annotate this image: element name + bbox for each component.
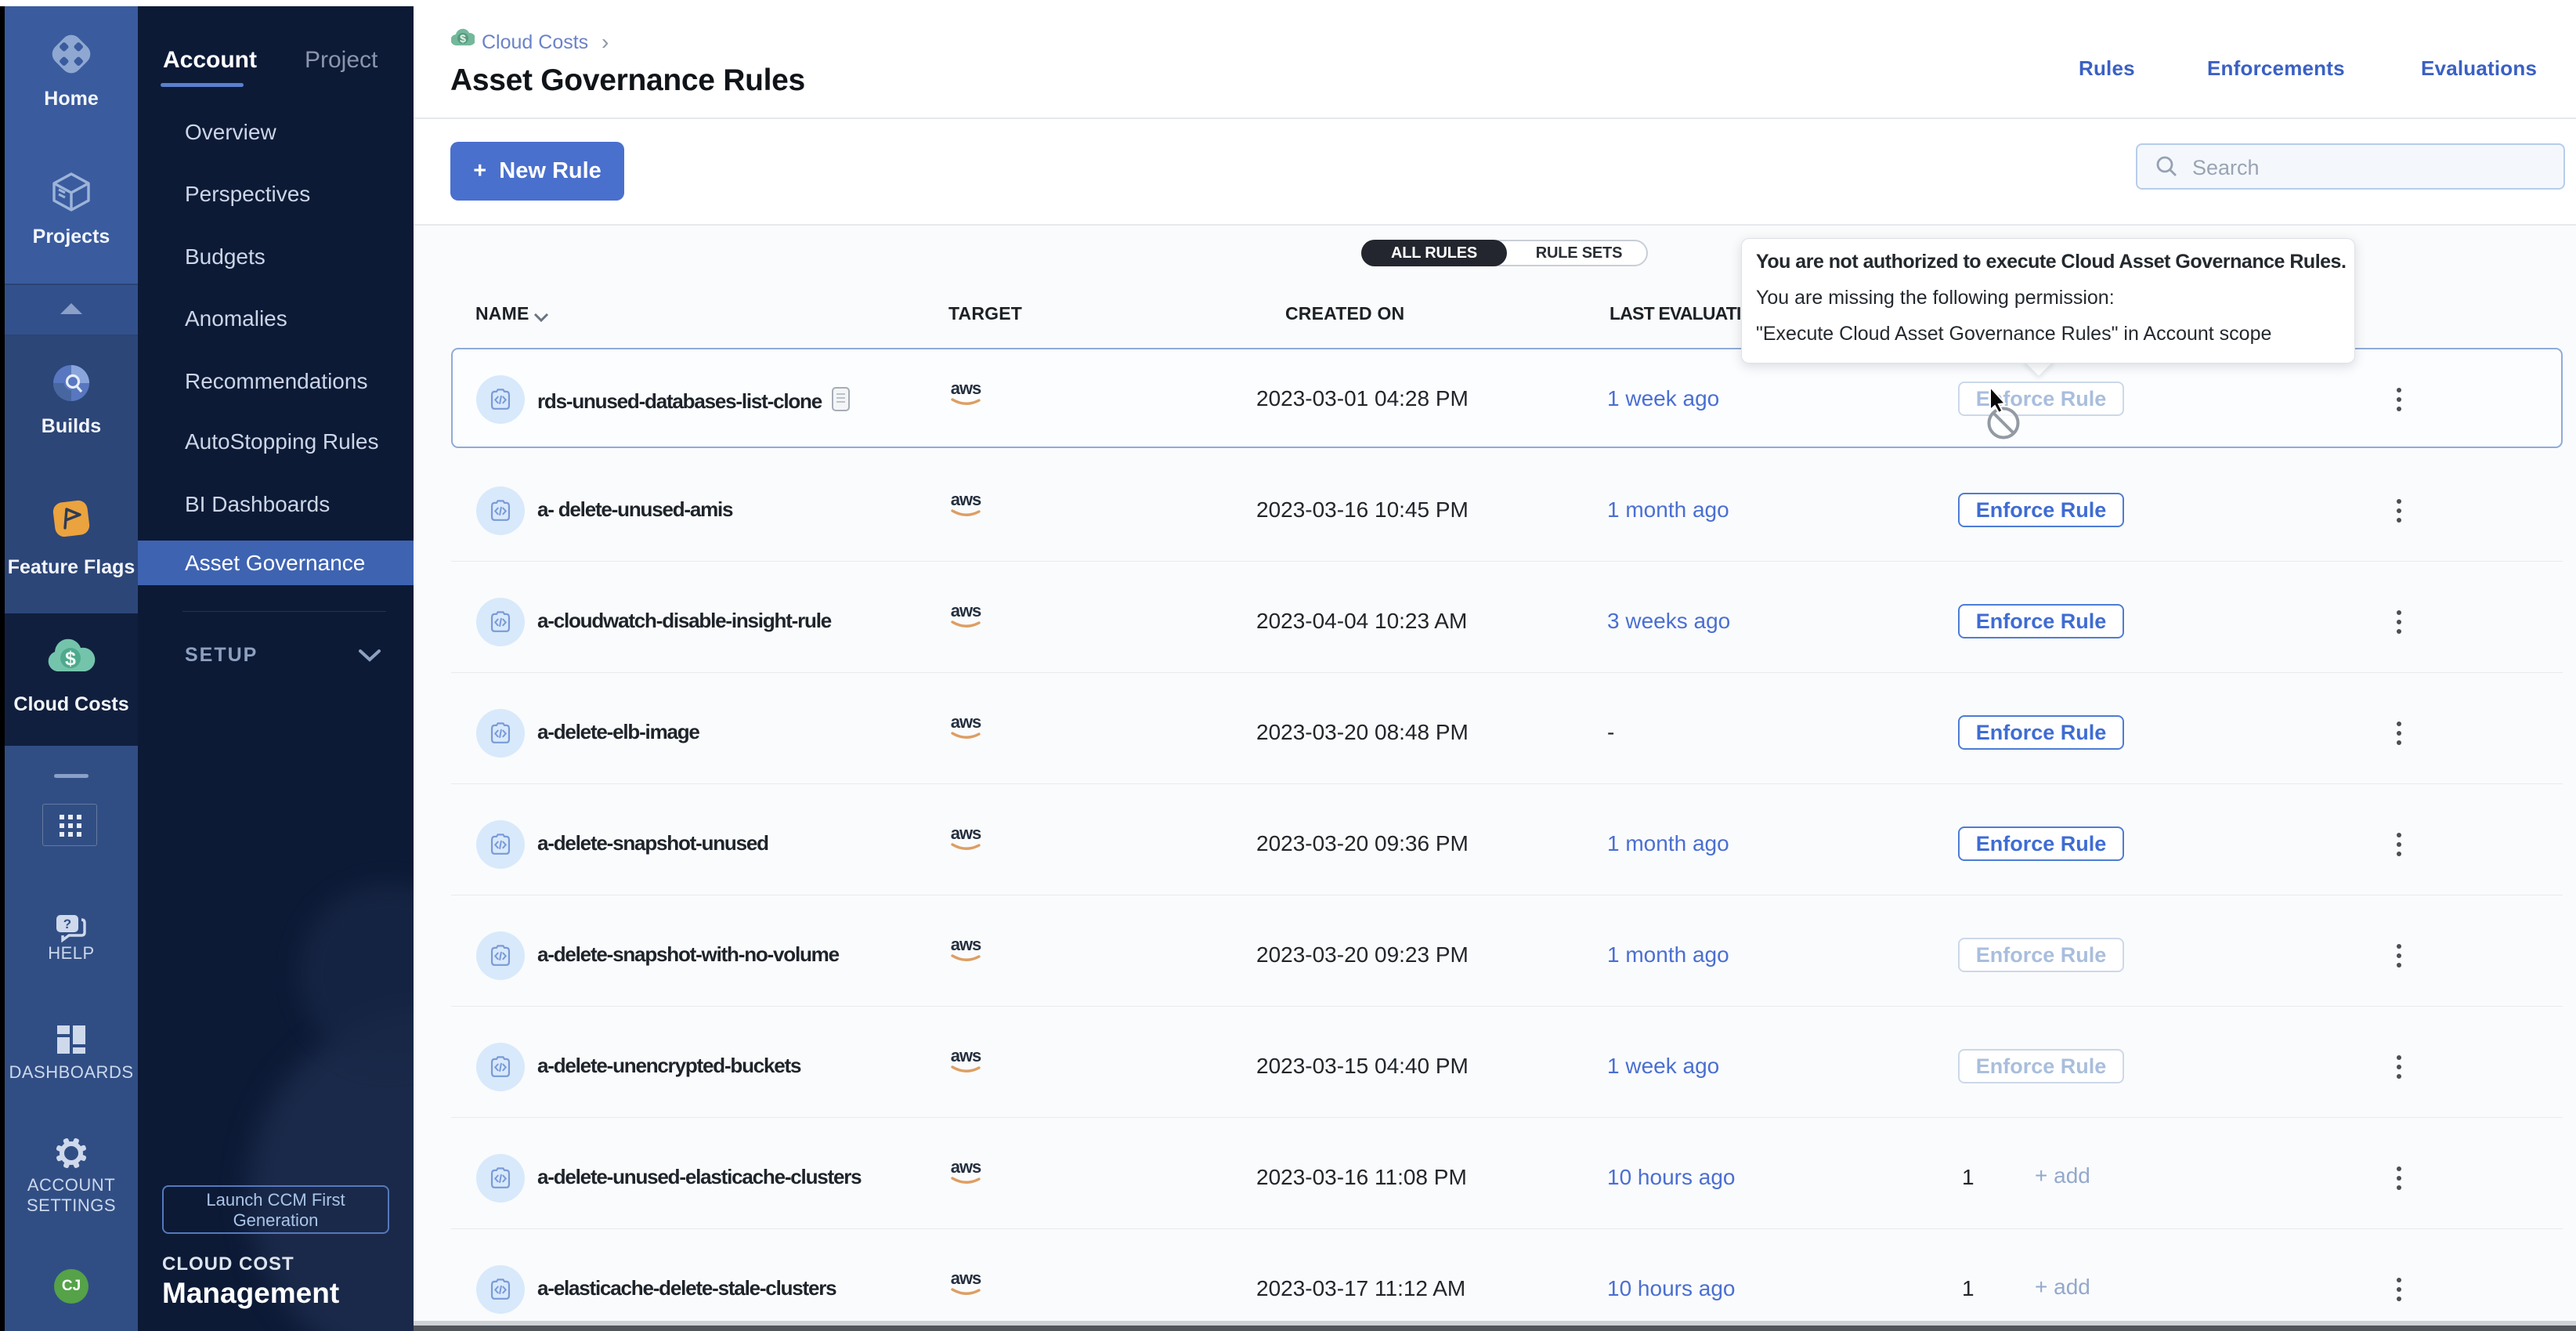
svg-text:?: ? xyxy=(63,917,71,931)
svg-text:$: $ xyxy=(460,32,466,45)
svg-text:$: $ xyxy=(65,648,76,670)
